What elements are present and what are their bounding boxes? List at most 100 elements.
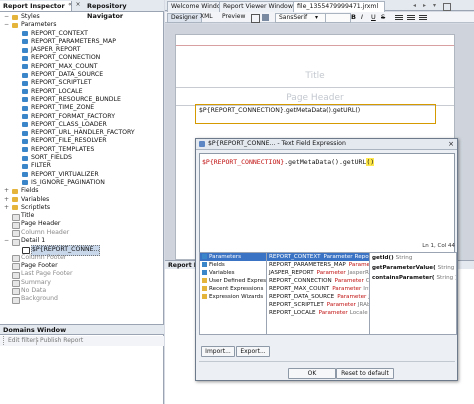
preview-tab[interactable]: Preview xyxy=(219,13,248,21)
object-item[interactable]: REPORT_DATA_SOURCEParameterJRDataS xyxy=(267,293,369,301)
category-item[interactable]: Expression Wizards xyxy=(200,293,266,301)
publish-report-button[interactable]: Publish Report xyxy=(40,336,83,346)
text-field-element[interactable]: $P{REPORT_CONNECTION}.getMetaData().getU… xyxy=(195,104,436,124)
tree-item[interactable]: REPORT_URL_HANDLER_FACTORY xyxy=(0,129,164,137)
tree-item[interactable]: REPORT_TIME_ZONE xyxy=(0,104,164,112)
method-list[interactable]: getId() String getParameterValue(String ) c… xyxy=(369,252,457,335)
expression-textarea[interactable]: $P{REPORT_CONNECTION}.getMetaData().getU… xyxy=(199,153,455,255)
tab-jrxml-file[interactable]: file_1355479999471.jrxml xyxy=(293,1,385,12)
tree-item[interactable]: REPORT_FILE_RESOLVER xyxy=(0,137,164,145)
maximize-icon[interactable] xyxy=(443,3,451,11)
tree-item[interactable]: − Parameters xyxy=(0,21,164,29)
parameter-icon xyxy=(22,147,28,153)
object-item[interactable]: REPORT_LOCALE Parameter Locale xyxy=(267,309,369,317)
collapse-icon[interactable]: − xyxy=(4,238,10,244)
close-icon[interactable]: × xyxy=(74,1,82,9)
tree-item[interactable]: REPORT_LOCALE xyxy=(0,88,164,96)
select-tool-icon[interactable] xyxy=(251,14,260,23)
folder-icon xyxy=(12,188,18,194)
tree-item[interactable]: IS_IGNORE_PAGINATION xyxy=(0,179,164,187)
tree-item[interactable]: No Data xyxy=(0,287,164,296)
tree-item[interactable]: REPORT_VIRTUALIZER xyxy=(0,171,164,179)
italic-icon[interactable]: I xyxy=(361,13,363,21)
ok-button[interactable]: OK xyxy=(288,368,336,379)
method-item[interactable]: getId() String xyxy=(370,253,456,263)
edit-filters-button[interactable]: Edit filters xyxy=(8,336,39,346)
category-item[interactable]: Fields xyxy=(200,261,266,269)
xml-tab[interactable]: XML xyxy=(197,13,216,21)
object-list[interactable]: REPORT_CONTEXTParameterReportCREPORT_PAR… xyxy=(266,252,370,335)
tree-item[interactable]: Page Footer xyxy=(0,262,164,271)
tree-item[interactable]: + Fields xyxy=(0,187,164,195)
object-item[interactable]: REPORT_CONTEXTParameterReportC xyxy=(267,253,369,261)
method-item[interactable]: containsParameter(String ) xyxy=(370,273,456,283)
tree-item[interactable]: Column Footer xyxy=(0,253,164,263)
align-left-icon[interactable] xyxy=(395,15,403,16)
tree-item[interactable]: REPORT_MAX_COUNT xyxy=(0,63,164,71)
tree-item[interactable]: REPORT_CONTEXT xyxy=(0,30,164,38)
reset-to-default-button[interactable]: Reset to default xyxy=(336,368,394,379)
underline-icon[interactable]: U xyxy=(371,13,376,21)
tab-list-icon[interactable]: ▾ xyxy=(433,2,436,9)
tree-item[interactable]: $P{REPORT_CONNE... xyxy=(0,245,164,256)
align-center-icon[interactable] xyxy=(407,15,415,16)
tree-item[interactable]: − Styles xyxy=(0,13,164,21)
category-list[interactable]: Parameters Fields Variables User Defined Ex… xyxy=(199,252,267,335)
object-item[interactable]: REPORT_MAX_COUNTParameterInteger xyxy=(267,285,369,293)
tree-item[interactable]: REPORT_DATA_SOURCE xyxy=(0,71,164,79)
tree-item-label: Column Footer xyxy=(21,253,67,261)
expand-icon[interactable]: + xyxy=(4,188,10,194)
scroll-right-icon[interactable]: ▸ xyxy=(423,2,426,9)
tree-item[interactable]: FILTER xyxy=(0,162,164,170)
tree-item[interactable]: Last Page Footer xyxy=(0,270,164,279)
tree-item[interactable]: Column Header xyxy=(0,229,164,238)
tree-item[interactable]: + Scriptlets xyxy=(0,204,164,212)
tab-report-inspector[interactable]: Report Inspector xyxy=(0,1,72,11)
method-item[interactable]: getParameterValue(String ) xyxy=(370,263,456,273)
folder-icon xyxy=(12,14,18,20)
tab-report-viewer[interactable]: Report Viewer Window xyxy=(219,1,297,12)
tree-item[interactable]: REPORT_SCRIPTLET xyxy=(0,79,164,87)
expand-icon[interactable]: + xyxy=(4,204,10,211)
dialog-close-icon[interactable]: × xyxy=(448,139,454,149)
tree-item[interactable]: REPORT_CLASS_LOADER xyxy=(0,121,164,129)
category-item[interactable]: Variables xyxy=(200,269,266,277)
tree-item[interactable]: REPORT_CONNECTION xyxy=(0,54,164,62)
strikethrough-icon[interactable]: S xyxy=(381,13,385,21)
parameter-icon xyxy=(22,47,28,53)
object-item[interactable]: REPORT_PARAMETERS_MAPParameterMap xyxy=(267,261,369,269)
tree-item[interactable]: Background xyxy=(0,295,164,304)
object-item[interactable]: JASPER_REPORT Parameter JasperRe xyxy=(267,269,369,277)
collapse-icon[interactable]: − xyxy=(4,22,10,28)
category-item[interactable]: User Defined Expressions xyxy=(200,277,266,285)
chevron-down-icon[interactable]: ▾ xyxy=(315,14,318,21)
tree-item[interactable]: Summary xyxy=(0,279,164,287)
method-name: getParameterValue( xyxy=(372,265,436,271)
align-right-icon[interactable] xyxy=(419,15,427,16)
minimize-icon[interactable]: « xyxy=(66,1,74,9)
import-button[interactable]: Import... xyxy=(201,346,235,357)
tree-item[interactable]: REPORT_PARAMETERS_MAP xyxy=(0,38,164,46)
tree-item[interactable]: Title xyxy=(0,212,164,221)
tree-item[interactable]: REPORT_TEMPLATES xyxy=(0,146,164,154)
collapse-icon[interactable]: − xyxy=(4,14,10,20)
tree-item[interactable]: Page Header xyxy=(0,220,164,229)
font-size-select[interactable] xyxy=(325,13,351,23)
tree-item[interactable]: + Variables xyxy=(0,196,164,204)
object-item[interactable]: REPORT_SCRIPTLETParameterJRAbstr xyxy=(267,301,369,309)
category-item[interactable]: Parameters xyxy=(200,253,266,261)
export-button[interactable]: Export... xyxy=(236,346,270,357)
tree-item[interactable]: − Detail 1 xyxy=(0,237,164,246)
expand-icon[interactable]: + xyxy=(4,196,10,203)
scroll-left-icon[interactable]: ◂ xyxy=(413,2,416,9)
tree-item[interactable]: REPORT_RESOURCE_BUNDLE xyxy=(0,96,164,104)
font-select[interactable]: SansSerif xyxy=(275,13,327,23)
object-item[interactable]: REPORT_CONNECTIONParameterConnect xyxy=(267,277,369,285)
image-tool-icon[interactable] xyxy=(262,14,269,21)
tree-item[interactable]: REPORT_FORMAT_FACTORY xyxy=(0,113,164,121)
tree-item[interactable]: JASPER_REPORT xyxy=(0,46,164,54)
tree-item[interactable]: SORT_FIELDS xyxy=(0,154,164,162)
bold-icon[interactable]: B xyxy=(351,13,356,21)
category-item[interactable]: Recent Expressions xyxy=(200,285,266,293)
tab-repository-navigator[interactable]: Repository Navigator xyxy=(84,1,165,20)
